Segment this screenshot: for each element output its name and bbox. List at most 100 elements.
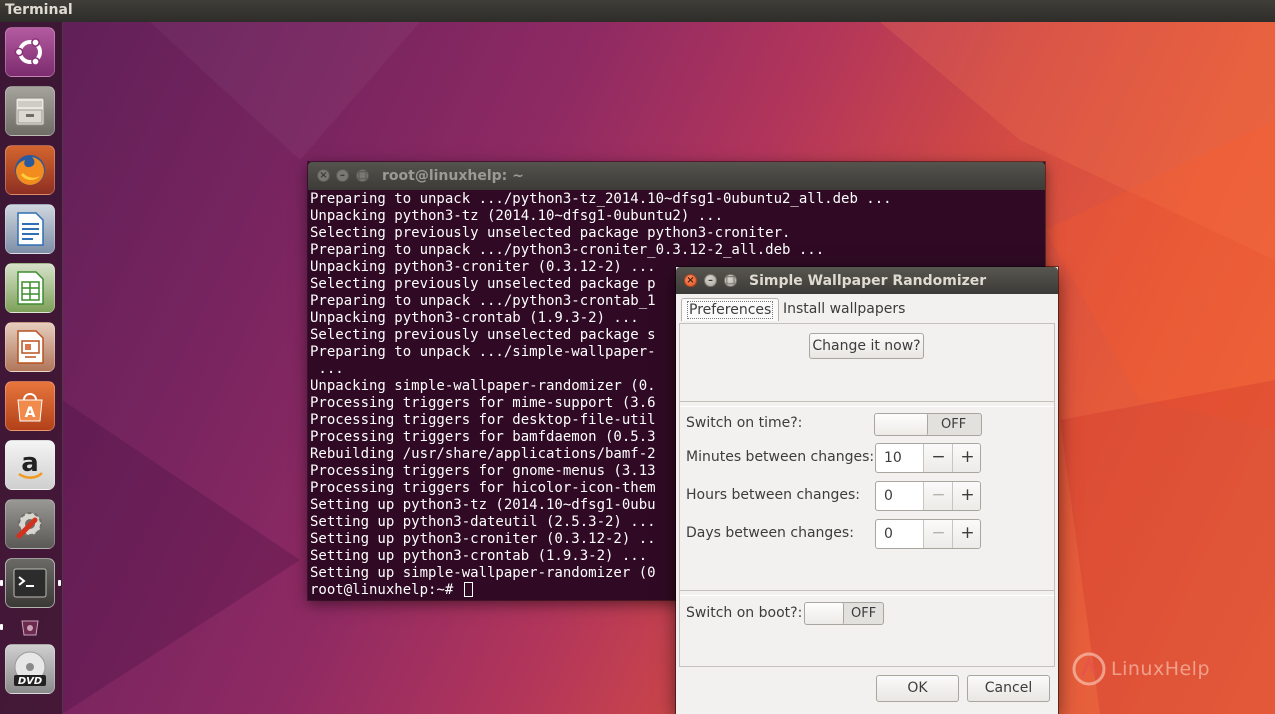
maximize-icon: □	[357, 170, 368, 181]
hours-value[interactable]: 0	[884, 482, 893, 510]
plus-icon: +	[960, 447, 975, 467]
button-label: Change it now?	[812, 338, 921, 354]
minutes-spinbox[interactable]: 10 − +	[875, 443, 981, 473]
tab-install-wallpapers[interactable]: Install wallpapers	[778, 298, 910, 321]
terminal-title: root@linuxhelp: ~	[382, 168, 524, 184]
firefox-icon	[15, 155, 45, 185]
running-indicator	[0, 580, 3, 586]
cancel-button[interactable]: Cancel	[967, 675, 1050, 702]
launcher-item-software-center[interactable]: A	[5, 381, 55, 431]
watermark-text: LinuxHelp	[1111, 658, 1211, 680]
tab-preferences[interactable]: Preferences	[681, 298, 780, 321]
launcher-item-wallpaper-randomizer[interactable]	[19, 616, 41, 638]
file-cabinet-icon	[15, 97, 45, 126]
toggle-knob	[805, 603, 844, 624]
settings-wrench-icon	[16, 512, 42, 539]
separator	[680, 590, 1054, 596]
dialog-maximize-button[interactable]: □	[724, 274, 737, 287]
terminal-line: Preparing to unpack .../python3-croniter…	[310, 242, 825, 258]
ubuntu-logo-icon	[14, 38, 42, 66]
launcher-item-firefox[interactable]	[5, 145, 55, 195]
button-label: Cancel	[984, 680, 1033, 696]
minimize-icon: –	[708, 275, 713, 286]
terminal-minimize-button[interactable]: –	[336, 169, 349, 182]
amazon-icon: a	[18, 448, 43, 479]
minimize-icon: –	[340, 170, 345, 181]
terminal-line: Selecting previously unselected package …	[310, 225, 791, 241]
libreoffice-calc-icon	[17, 271, 44, 305]
launcher-item-system-settings[interactable]	[5, 499, 55, 549]
launcher-item-calc[interactable]	[5, 263, 55, 313]
minutes-value[interactable]: 10	[884, 444, 902, 472]
button-label: OK	[907, 680, 928, 696]
minus-icon: −	[931, 447, 946, 467]
switch-on-boot-label: Switch on boot?:	[686, 605, 803, 621]
small-app-icon	[21, 620, 39, 636]
top-panel: Terminal	[0, 0, 1275, 22]
ok-button[interactable]: OK	[876, 675, 959, 702]
terminal-titlebar[interactable]: × – □ root@linuxhelp: ~	[308, 162, 1045, 190]
minus-icon: −	[931, 485, 946, 505]
minus-icon: −	[931, 523, 946, 543]
wallpaper-randomizer-dialog: × – □ Simple Wallpaper Randomizer Prefer…	[676, 267, 1058, 714]
minutes-decrement-button[interactable]: −	[923, 444, 953, 472]
hours-decrement-button[interactable]: −	[923, 482, 953, 510]
tab-label: Preferences	[687, 301, 774, 319]
terminal-cursor	[463, 582, 473, 597]
minutes-label: Minutes between changes:	[686, 449, 875, 465]
dialog-title: Simple Wallpaper Randomizer	[749, 273, 987, 289]
svg-text:a: a	[21, 448, 39, 478]
plus-icon: +	[960, 485, 975, 505]
switch-on-time-label: Switch on time?:	[686, 415, 803, 431]
active-window-title: Terminal	[5, 2, 73, 18]
svg-text:A: A	[25, 405, 36, 421]
days-increment-button[interactable]: +	[952, 520, 980, 548]
days-spinbox[interactable]: 0 − +	[875, 519, 981, 549]
svg-text:DVD: DVD	[18, 676, 42, 687]
days-decrement-button[interactable]: −	[923, 520, 953, 548]
tab-label: Install wallpapers	[783, 301, 906, 317]
terminal-icon	[13, 568, 47, 598]
separator	[680, 401, 1054, 407]
terminal-close-button[interactable]: ×	[317, 169, 330, 182]
days-value[interactable]: 0	[884, 520, 893, 548]
close-icon: ×	[686, 275, 695, 286]
launcher-item-amazon[interactable]: a	[5, 440, 55, 490]
switch-on-time-toggle[interactable]: OFF	[874, 413, 982, 436]
close-icon: ×	[319, 170, 328, 181]
launcher-item-impress[interactable]	[5, 322, 55, 372]
dialog-close-button[interactable]: ×	[684, 274, 697, 287]
minutes-increment-button[interactable]: +	[952, 444, 980, 472]
launcher-item-writer[interactable]	[5, 204, 55, 254]
days-label: Days between changes:	[686, 525, 854, 541]
terminal-line: Preparing to unpack .../python3-tz_2014.…	[310, 191, 892, 207]
launcher: A a DVD	[0, 22, 63, 714]
hours-label: Hours between changes:	[686, 487, 860, 503]
libreoffice-writer-icon	[17, 212, 44, 246]
toggle-state: OFF	[941, 417, 967, 432]
running-indicator	[0, 624, 3, 630]
launcher-item-terminal[interactable]	[5, 558, 55, 608]
toggle-knob	[875, 414, 928, 435]
change-now-button[interactable]: Change it now?	[809, 333, 924, 359]
plus-icon: +	[960, 523, 975, 543]
shopping-bag-icon: A	[17, 393, 43, 422]
hours-increment-button[interactable]: +	[952, 482, 980, 510]
dvd-icon: DVD	[14, 651, 46, 687]
focus-indicator	[58, 580, 61, 586]
maximize-icon: □	[725, 275, 736, 286]
switch-on-boot-toggle[interactable]: OFF	[804, 602, 884, 625]
launcher-item-dash[interactable]	[5, 27, 55, 77]
terminal-line: Unpacking python3-tz (2014.10~dfsg1-0ubu…	[310, 208, 724, 224]
launcher-item-files[interactable]	[5, 86, 55, 136]
linuxhelp-watermark: LinuxHelp	[1072, 652, 1210, 686]
terminal-prompt: root@linuxhelp:~#	[310, 582, 462, 598]
dialog-minimize-button[interactable]: –	[704, 274, 717, 287]
libreoffice-impress-icon	[17, 330, 44, 364]
toggle-state: OFF	[851, 606, 877, 621]
dialog-titlebar[interactable]: × – □ Simple Wallpaper Randomizer	[676, 267, 1058, 294]
hours-spinbox[interactable]: 0 − +	[875, 481, 981, 511]
linuxhelp-logo-icon	[1072, 652, 1106, 686]
launcher-item-dvd[interactable]: DVD	[5, 644, 55, 694]
terminal-maximize-button[interactable]: □	[356, 169, 369, 182]
